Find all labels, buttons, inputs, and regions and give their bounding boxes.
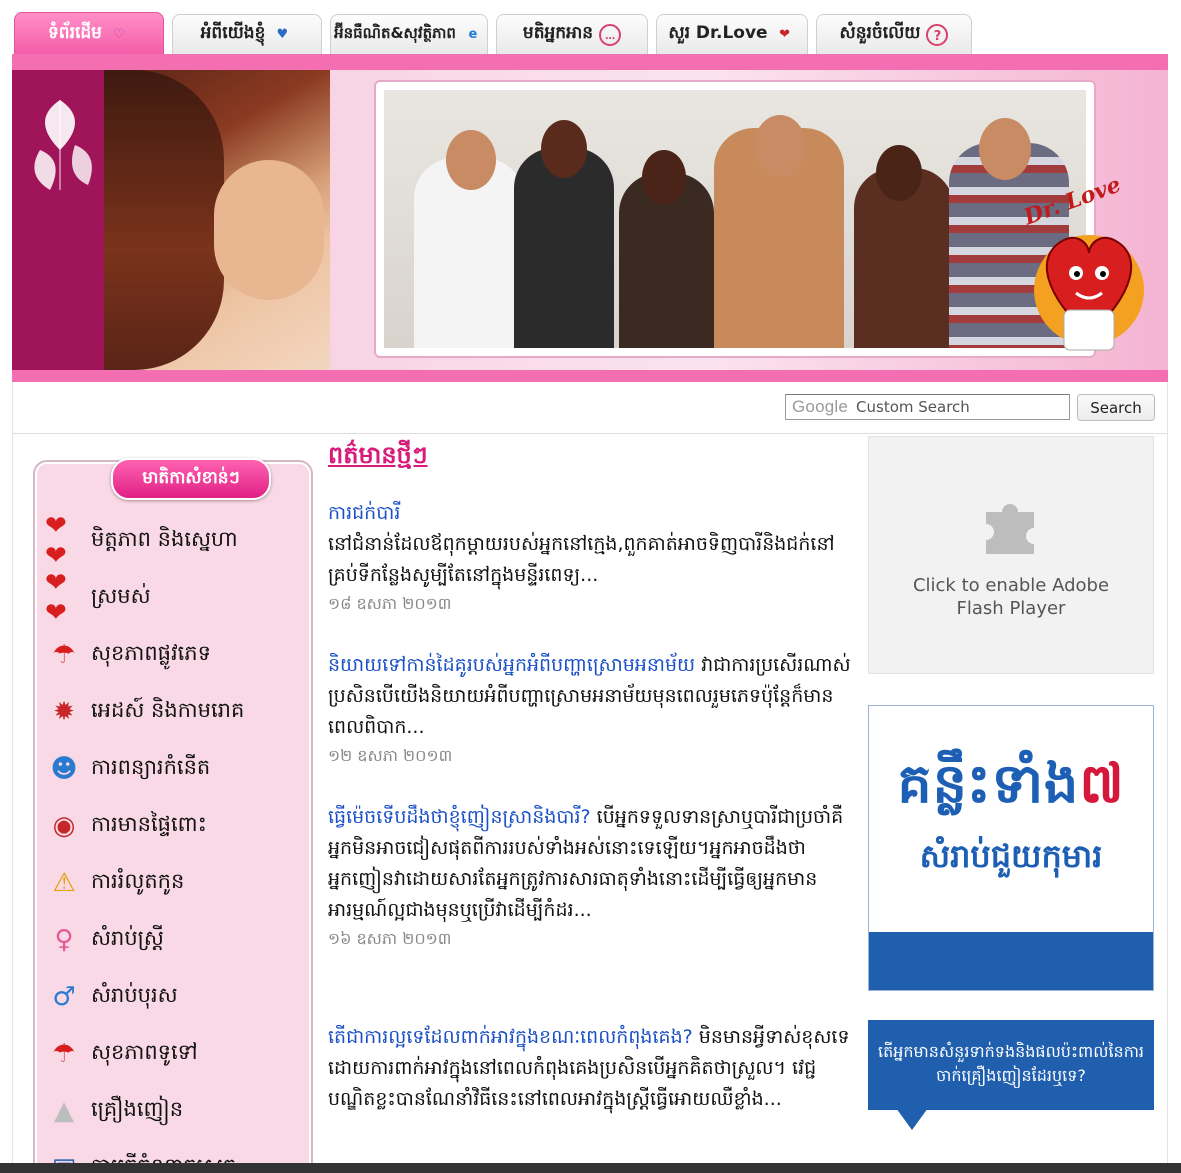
sidebar-item-general-health[interactable]: ☂ សុខភាពទូទៅ	[45, 1031, 307, 1077]
news-column: ពត៌មានថ្មីៗ ការជក់បារី នៅជំនាន់ដែលឪពុកម្…	[328, 434, 858, 1173]
news-item: ការជក់បារី នៅជំនាន់ដែលឪពុកម្តាយរបស់អ្នកន…	[328, 498, 853, 615]
news-item-date: ១២ ឧសភា ២០១៣	[328, 746, 453, 765]
tab-reader-opinions[interactable]: មតិអ្នកអាន …	[496, 14, 648, 54]
banner-bottom-strip	[12, 370, 1168, 382]
ad-subheadline: សំរាប់ជួយកុមារ	[919, 837, 1103, 875]
search-input[interactable]: Google Custom Search	[785, 394, 1070, 420]
woman-icon: ♀	[54, 925, 74, 955]
sidebar-item-sexual-health[interactable]: ☂ សុខភាពផ្លូវភេទ	[45, 632, 307, 678]
sidebar-item-birth-control[interactable]: ☻ ការពន្យារកំនេីត	[45, 746, 307, 792]
main-content: មាតិកាសំខាន់ៗ ❤❤ មិត្តភាព និងស្នេហា ❤❤ ស…	[12, 434, 1168, 1173]
sidebar-item-label: ការរំលូតកូន	[91, 868, 185, 893]
heart-face-icon: ♡	[113, 26, 125, 42]
news-item-date: ១៨ ឧសភា ២០១៣	[328, 594, 452, 613]
leaf-ornament-icon	[34, 100, 92, 190]
warning-person-icon: ⚠	[52, 868, 76, 898]
news-heading[interactable]: ពត៌មានថ្មីៗ	[328, 440, 428, 475]
chat-bubble-icon: …	[599, 23, 622, 46]
window-bottom-edge	[0, 1163, 1181, 1173]
strawberry-umbrella-icon: ☂	[52, 640, 76, 670]
sidebar-item-label: មិត្តភាព និងស្នេហា	[91, 526, 238, 551]
pregnancy-icon: ◉	[52, 811, 76, 841]
tab-label: សំនួរចំលើយ	[839, 23, 921, 43]
sidebar-item-label: សំរាប់ស្ត្រី	[91, 925, 164, 950]
hands-icon: ♥	[276, 26, 289, 42]
news-item-title-link[interactable]: និយាយទៅកាន់ដៃគូរបស់អ្នកអំពីបញ្ហាស្រោមអនា…	[328, 654, 695, 676]
tab-label: មតិអ្នកអាន	[522, 23, 594, 43]
google-brand-text: Google	[792, 397, 849, 416]
sidebar-item-drugs[interactable]: ▲ គ្រឿងញៀន	[45, 1088, 307, 1134]
tab-about-us[interactable]: អំពីយើងខ្ញុំ ♥	[172, 14, 322, 54]
search-row: Google Custom Search Search	[12, 382, 1168, 434]
search-placeholder: Custom Search	[856, 398, 970, 416]
sidebar-item-beauty[interactable]: ❤❤ ស្រមស់	[45, 568, 307, 628]
tab-label: អំពីយើងខ្ញុំ	[200, 23, 266, 43]
sidebar-title: មាតិកាសំខាន់ៗ	[111, 458, 271, 500]
speech-tail-icon	[896, 1108, 928, 1130]
virus-icon: ✹	[53, 697, 75, 727]
puzzle-plugin-icon	[986, 504, 1034, 554]
sidebar-item-label: អេដស៍ និងកាមរោគ	[91, 697, 245, 722]
news-item: តេីជាការល្អទេដែលពាក់អាវក្នុងខណៈពេលកំពុងគ…	[328, 1022, 853, 1115]
ad-footer-bar	[869, 932, 1153, 990]
sidebar-item-friendship-love[interactable]: ❤❤ មិត្តភាព និងស្នេហា	[45, 511, 307, 571]
tab-home[interactable]: ទំព័រដើម ♡	[14, 12, 164, 56]
tab-label: អ៊ីនធឺណិត&សុវត្ថិភាព	[334, 23, 456, 42]
heart-pair-icon: ❤❤	[45, 511, 67, 571]
sidebar-item-pregnancy[interactable]: ◉ ការមានផ្ទៃពោះ	[45, 803, 307, 849]
news-item: ធ្វេីម៉េចទេីបដឹងថាខ្ញុំញៀនស្រានិងបារី? ប…	[328, 802, 853, 950]
tab-label: ទំព័រដើម	[48, 23, 102, 43]
banner-group-photo-frame	[374, 80, 1096, 358]
news-item-title-link[interactable]: ធ្វេីម៉េចទេីបដឹងថាខ្ញុំញៀនស្រានិងបារី?	[328, 806, 591, 828]
ad-headline: គន្លឹះទាំង៧	[897, 752, 1125, 815]
sidebar-item-label: សុខភាពទូទៅ	[91, 1039, 198, 1064]
sidebar: មាតិកាសំខាន់ៗ ❤❤ មិត្តភាព និងស្នេហា ❤❤ ស…	[33, 458, 313, 1173]
top-tab-bar: ទំព័រដើម ♡ អំពីយើងខ្ញុំ ♥ អ៊ីនធឺណិត&សុវត…	[0, 0, 1181, 58]
sidebar-item-label: សំរាប់បុរស	[91, 982, 178, 1007]
powder-icon: ▲	[54, 1096, 74, 1126]
add-person-icon: ☻	[50, 754, 78, 784]
sidebar-item-label: ការមានផ្ទៃពោះ	[91, 811, 207, 836]
heart-pair-icon: ❤❤	[45, 568, 67, 628]
news-item-excerpt: នៅជំនាន់ដែលឪពុកម្តាយរបស់អ្នកនៅក្មេង,ពួកគ…	[328, 533, 835, 586]
man-icon: ♂	[52, 982, 76, 1012]
ad-seven-tips-banner[interactable]: គន្លឹះទាំង៧ សំរាប់ជួយកុមារ	[868, 705, 1154, 991]
tab-strip	[12, 54, 1168, 70]
banner-girl-photo	[104, 70, 330, 370]
hearts-icon: ❤	[779, 26, 791, 42]
internet-explorer-icon: e	[468, 26, 478, 42]
sidebar-item-label: ស្រមស់	[91, 583, 151, 608]
sidebar-item-for-men[interactable]: ♂ សំរាប់បុរស	[45, 974, 307, 1020]
news-item-date: ១៦ ឧសភា ២០១៣	[328, 929, 452, 948]
flash-placeholder-text: Click to enable Adobe Flash Player	[912, 575, 1110, 619]
news-item: និយាយទៅកាន់ដៃគូរបស់អ្នកអំពីបញ្ហាស្រោមអនា…	[328, 650, 853, 767]
sidebar-item-aids-std[interactable]: ✹ អេដស៍ និងកាមរោគ	[45, 689, 307, 735]
sidebar-item-for-women[interactable]: ♀ សំរាប់ស្ត្រី	[45, 917, 307, 963]
sidebar-item-label: ការពន្យារកំនេីត	[91, 754, 211, 779]
sidebar-item-label: សុខភាពផ្លូវភេទ	[91, 640, 211, 665]
sidebar-item-abortion[interactable]: ⚠ ការរំលូតកូន	[45, 860, 307, 906]
news-item-title-link[interactable]: តេីជាការល្អទេដែលពាក់អាវក្នុងខណៈពេលកំពុងគ…	[328, 1026, 693, 1048]
ad-drug-question-banner[interactable]: តេីអ្នកមានសំនួរទាក់ទងនិងផលប៉ះពាល់នៃការចា…	[868, 1020, 1154, 1173]
ad-question-text: តេីអ្នកមានសំនួរទាក់ទងនិងផលប៉ះពាល់នៃការចា…	[868, 1020, 1154, 1110]
tab-ask-dr-love[interactable]: សួរ Dr.Love ❤	[656, 14, 808, 54]
news-item-title-link[interactable]: ការជក់បារី	[328, 502, 400, 524]
flash-placeholder[interactable]: Click to enable Adobe Flash Player	[868, 436, 1154, 674]
search-button[interactable]: Search	[1077, 394, 1155, 421]
banner-group-photo	[384, 90, 1086, 348]
page: ទំព័រដើម ♡ អំពីយើងខ្ញុំ ♥ អ៊ីនធឺណិត&សុវត…	[0, 0, 1181, 1173]
sidebar-item-label: គ្រឿងញៀន	[91, 1096, 184, 1121]
tab-internet-safety[interactable]: អ៊ីនធឺណិត&សុវត្ថិភាព e	[330, 14, 488, 54]
header-banner: Dr. Love	[12, 70, 1168, 382]
strawberry-umbrella-icon: ☂	[52, 1039, 76, 1069]
tab-label: សួរ Dr.Love	[668, 23, 768, 43]
tab-faq[interactable]: សំនួរចំលើយ ?	[816, 14, 972, 54]
question-icon: ?	[926, 23, 949, 46]
